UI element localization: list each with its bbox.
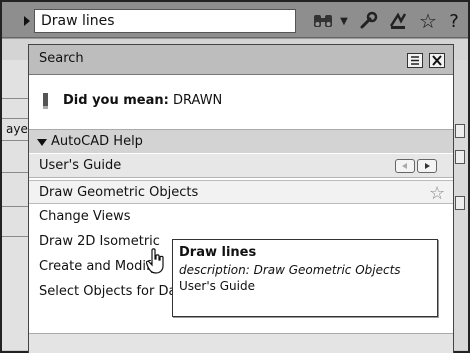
- result-label: Draw 2D Isometric: [39, 234, 160, 249]
- collapse-triangle-icon: [37, 139, 47, 146]
- group-label: AutoCAD Help: [51, 134, 143, 149]
- group-header-autocad-help[interactable]: AutoCAD Help: [29, 129, 453, 153]
- tooltip-description: description: Draw Geometric Objects: [179, 263, 401, 277]
- did-you-mean-row: Did you mean: DRAWN: [29, 75, 453, 127]
- previous-page-icon[interactable]: [395, 159, 415, 173]
- hand-cursor-icon: [145, 248, 166, 278]
- did-you-mean-prefix: Did you mean:: [63, 93, 169, 108]
- background-layer-text: aye: [6, 122, 28, 136]
- favorites-star-icon[interactable]: ☆: [416, 9, 440, 33]
- chevron-down-icon[interactable]: ▼: [338, 10, 350, 32]
- help-icon[interactable]: ?: [446, 10, 462, 32]
- list-view-icon[interactable]: [407, 53, 423, 68]
- next-page-icon[interactable]: [417, 159, 437, 173]
- search-input-value: Draw lines: [41, 13, 115, 29]
- infocenter-toolbar: Draw lines ▼ ☆ ?: [2, 2, 468, 38]
- background-divider: [2, 98, 30, 99]
- binoculars-icon[interactable]: [310, 10, 336, 32]
- expand-arrow-icon[interactable]: [24, 16, 30, 26]
- subgroup-label: User's Guide: [39, 158, 122, 173]
- result-tooltip: Draw lines description: Draw Geometric O…: [172, 239, 438, 317]
- did-you-mean-term: DRAWN: [173, 93, 223, 108]
- background-control: [455, 196, 465, 210]
- background-divider: [2, 236, 30, 237]
- did-you-mean-link[interactable]: Did you mean: DRAWN: [63, 93, 222, 108]
- tooltip-title: Draw lines: [179, 245, 257, 260]
- favorite-star-icon[interactable]: ☆: [429, 183, 445, 204]
- background-divider: [2, 172, 30, 173]
- search-input[interactable]: Draw lines: [34, 9, 296, 33]
- background-divider: [2, 118, 30, 119]
- close-icon[interactable]: [429, 53, 445, 68]
- result-item[interactable]: Draw Geometric Objects ☆: [29, 180, 453, 204]
- background-control: [455, 150, 465, 164]
- result-label: Draw Geometric Objects: [39, 185, 199, 200]
- panel-title: Search: [39, 51, 84, 66]
- next-group-header: [29, 333, 453, 353]
- background-divider: [2, 140, 30, 141]
- result-item[interactable]: Change Views: [29, 205, 453, 229]
- background-divider: [2, 206, 30, 207]
- wrench-icon[interactable]: [356, 10, 380, 32]
- background-control: [455, 124, 465, 138]
- exchange-icon[interactable]: [386, 10, 410, 32]
- suggestion-icon: [43, 93, 48, 109]
- tooltip-source: User's Guide: [179, 279, 255, 293]
- result-label: Create and Modify: [39, 259, 158, 274]
- result-label: Change Views: [39, 209, 131, 224]
- background-app-left: aye: [2, 60, 30, 350]
- subgroup-users-guide: User's Guide: [29, 154, 453, 178]
- panel-header: Search: [29, 45, 453, 75]
